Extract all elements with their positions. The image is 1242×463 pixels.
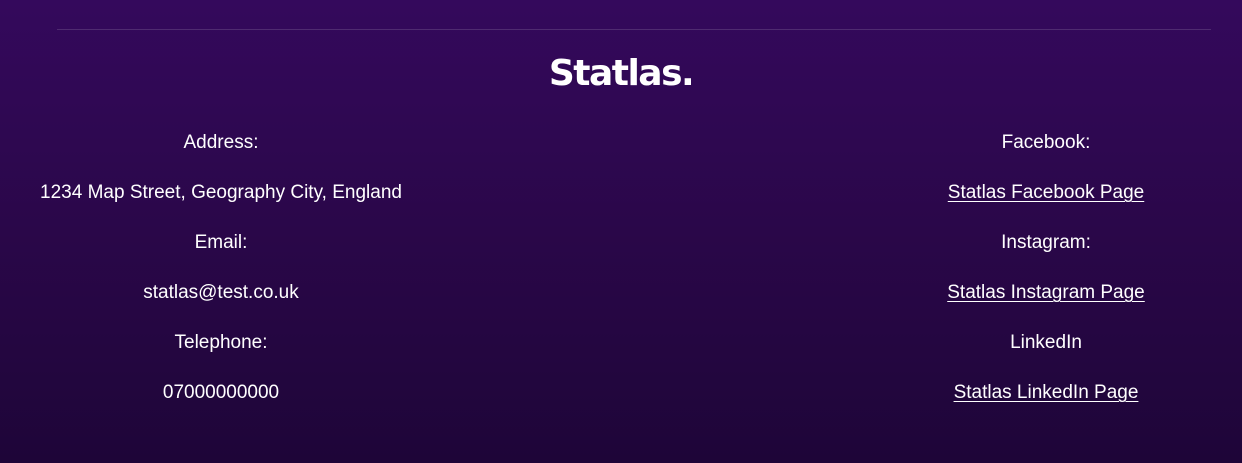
email-label: Email: (194, 232, 248, 253)
email-value: statlas@test.co.uk (143, 282, 299, 303)
footer-divider (57, 29, 1211, 30)
instagram-link[interactable]: Statlas Instagram Page (947, 282, 1145, 303)
facebook-label: Facebook: (1001, 132, 1091, 153)
linkedin-label: LinkedIn (1010, 332, 1082, 353)
address-label: Address: (183, 132, 259, 153)
brand-logo: Statlas. (548, 53, 695, 94)
instagram-label: Instagram: (1001, 232, 1091, 253)
facebook-link[interactable]: Statlas Facebook Page (948, 182, 1144, 203)
telephone-label: Telephone: (174, 332, 268, 353)
contact-column: Address: 1234 Map Street, Geography City… (0, 128, 442, 428)
instagram-row: Statlas Instagram Page (846, 278, 1242, 328)
facebook-row: Statlas Facebook Page (846, 178, 1242, 228)
telephone-value: 07000000000 (162, 382, 280, 403)
linkedin-row: Statlas LinkedIn Page (846, 378, 1242, 428)
address-value: 1234 Map Street, Geography City, England (40, 182, 402, 203)
social-column: Facebook: Statlas Facebook Page Instagra… (846, 128, 1242, 428)
linkedin-link[interactable]: Statlas LinkedIn Page (954, 382, 1139, 403)
